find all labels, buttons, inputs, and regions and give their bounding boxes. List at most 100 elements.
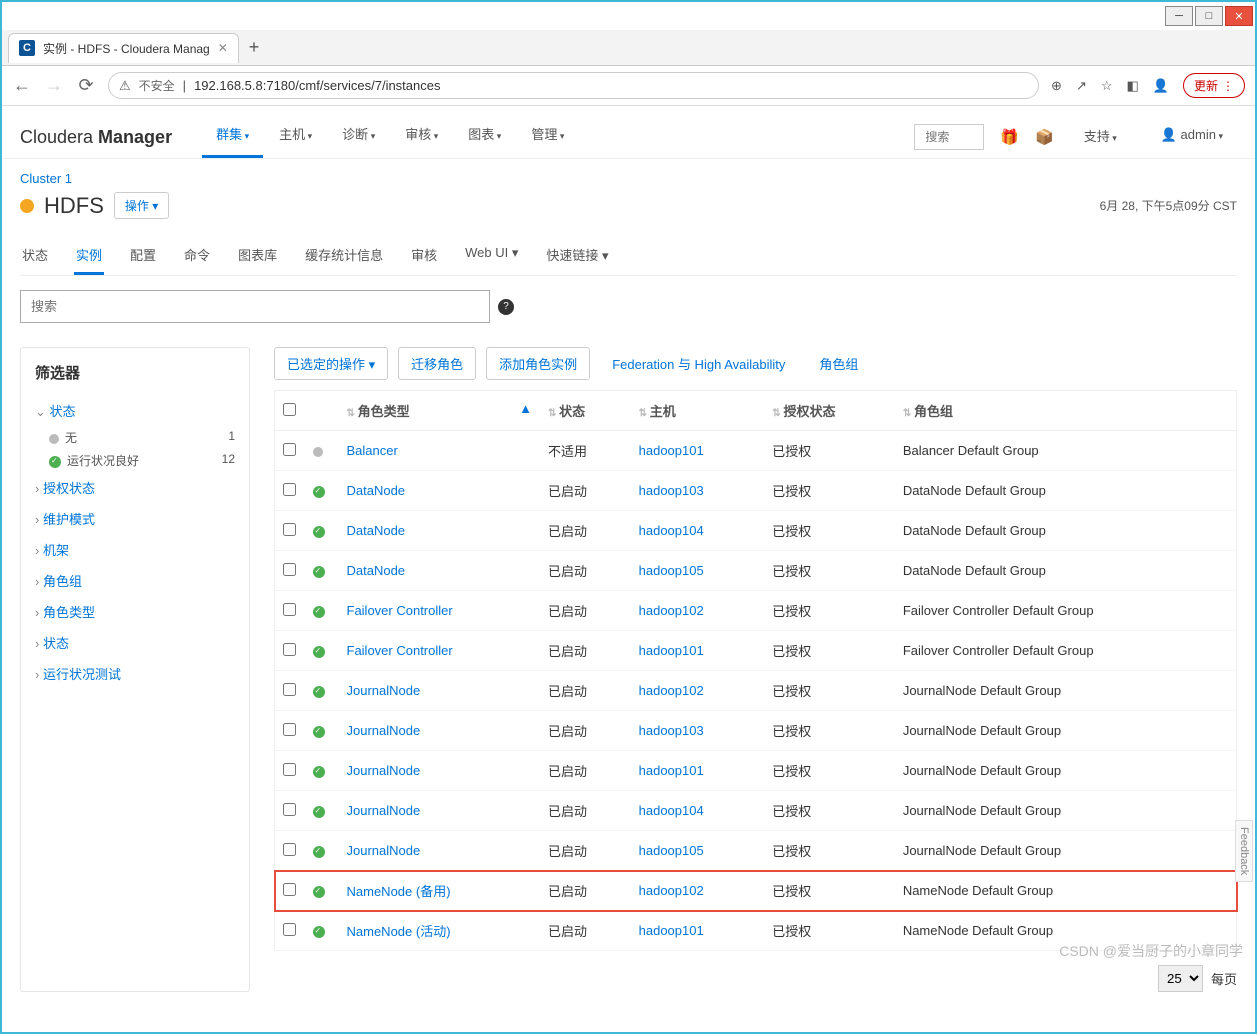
host-link[interactable]: hadoop101	[639, 643, 704, 658]
host-link[interactable]: hadoop104	[639, 523, 704, 538]
filter-item-none[interactable]: 无 1	[35, 426, 235, 449]
role-link[interactable]: DataNode	[347, 563, 406, 578]
host-link[interactable]: hadoop103	[639, 483, 704, 498]
parcel-icon[interactable]: 📦	[1035, 128, 1054, 146]
row-checkbox[interactable]	[283, 883, 296, 896]
filter-group[interactable]: 授权状态	[35, 472, 235, 503]
admin-menu[interactable]: 👤 admin	[1147, 119, 1237, 155]
row-checkbox[interactable]	[283, 523, 296, 536]
cm-nav-item[interactable]: 管理	[517, 116, 578, 158]
role-link[interactable]: Balancer	[347, 443, 398, 458]
host-link[interactable]: hadoop101	[639, 443, 704, 458]
filter-group[interactable]: 维护模式	[35, 503, 235, 534]
row-checkbox[interactable]	[283, 723, 296, 736]
row-checkbox[interactable]	[283, 803, 296, 816]
host-link[interactable]: hadoop104	[639, 803, 704, 818]
bookmark-icon[interactable]: ☆	[1101, 78, 1113, 94]
row-checkbox[interactable]	[283, 843, 296, 856]
address-bar[interactable]: ⚠ 不安全 | 192.168.5.8:7180/cmf/services/7/…	[108, 72, 1039, 99]
col-roletype[interactable]: 角色类型	[358, 404, 410, 419]
gift-icon[interactable]: 🎁	[1000, 128, 1019, 146]
role-link[interactable]: NameNode (备用)	[347, 884, 451, 899]
host-link[interactable]: hadoop102	[639, 603, 704, 618]
role-link[interactable]: JournalNode	[347, 763, 421, 778]
cm-nav-item[interactable]: 诊断	[328, 116, 389, 158]
filter-group[interactable]: 角色组	[35, 565, 235, 596]
cm-nav-item[interactable]: 审核	[391, 116, 452, 158]
row-checkbox[interactable]	[283, 923, 296, 936]
instance-search-input[interactable]	[20, 290, 490, 323]
host-link[interactable]: hadoop103	[639, 723, 704, 738]
feedback-tab[interactable]: Feedback	[1235, 820, 1253, 882]
update-button[interactable]: 更新 ⋮	[1183, 73, 1245, 98]
service-ops-button[interactable]: 操作 ▾	[114, 192, 169, 219]
extensions-icon[interactable]: ◧	[1127, 78, 1139, 94]
role-link[interactable]: Failover Controller	[347, 643, 453, 658]
cm-logo[interactable]: Cloudera Manager	[20, 127, 172, 148]
selected-actions-button[interactable]: 已选定的操作 ▾	[274, 347, 388, 380]
cm-nav-item[interactable]: 群集	[202, 116, 263, 158]
cluster-link[interactable]: Cluster 1	[20, 171, 72, 186]
header-search-input[interactable]	[914, 124, 984, 150]
rolegroup-link[interactable]: 角色组	[807, 348, 870, 379]
role-link[interactable]: NameNode (活动)	[347, 924, 451, 939]
row-checkbox[interactable]	[283, 483, 296, 496]
host-link[interactable]: hadoop105	[639, 843, 704, 858]
col-auth[interactable]: 授权状态	[783, 404, 835, 419]
host-link[interactable]: hadoop101	[639, 763, 704, 778]
share-icon[interactable]: ↗	[1076, 78, 1087, 94]
reload-button[interactable]: ⟳	[76, 75, 96, 96]
forward-button[interactable]: →	[44, 75, 64, 96]
service-tab[interactable]: Web UI ▾	[463, 237, 520, 275]
cm-nav-item[interactable]: 图表	[454, 116, 515, 158]
filter-group[interactable]: 机架	[35, 534, 235, 565]
role-link[interactable]: JournalNode	[347, 803, 421, 818]
add-role-button[interactable]: 添加角色实例	[486, 347, 590, 380]
zoom-icon[interactable]: ⊕	[1051, 78, 1062, 94]
host-link[interactable]: hadoop102	[639, 883, 704, 898]
service-tab[interactable]: 状态	[20, 237, 50, 275]
role-link[interactable]: JournalNode	[347, 683, 421, 698]
row-checkbox[interactable]	[283, 563, 296, 576]
col-rolegroup[interactable]: 角色组	[914, 404, 953, 419]
role-link[interactable]: DataNode	[347, 483, 406, 498]
role-link[interactable]: JournalNode	[347, 723, 421, 738]
service-tab[interactable]: 图表库	[236, 237, 279, 275]
row-checkbox[interactable]	[283, 443, 296, 456]
filter-item-good[interactable]: 运行状况良好 12	[35, 449, 235, 472]
filter-group[interactable]: 运行状况测试	[35, 658, 235, 689]
support-menu[interactable]: 支持	[1070, 118, 1131, 157]
federation-link[interactable]: Federation 与 High Availability	[600, 348, 797, 379]
browser-tab[interactable]: C 实例 - HDFS - Cloudera Manag ✕	[8, 33, 239, 63]
service-tab[interactable]: 审核	[409, 237, 439, 275]
row-checkbox[interactable]	[283, 643, 296, 656]
host-link[interactable]: hadoop105	[639, 563, 704, 578]
filter-group[interactable]: 角色类型	[35, 596, 235, 627]
host-link[interactable]: hadoop102	[639, 683, 704, 698]
cm-nav-item[interactable]: 主机	[265, 116, 326, 158]
filter-group-status[interactable]: 状态	[35, 395, 235, 426]
host-link[interactable]: hadoop101	[639, 923, 704, 938]
service-tab[interactable]: 快速链接 ▾	[544, 237, 610, 275]
service-tab[interactable]: 命令	[182, 237, 212, 275]
tab-close-icon[interactable]: ✕	[218, 41, 228, 55]
filter-group[interactable]: 状态	[35, 627, 235, 658]
col-status[interactable]: 状态	[559, 404, 585, 419]
new-tab-button[interactable]: +	[239, 33, 270, 62]
help-icon[interactable]: ?	[498, 299, 514, 315]
service-tab[interactable]: 缓存统计信息	[303, 237, 385, 275]
service-tab[interactable]: 配置	[128, 237, 158, 275]
window-minimize-button[interactable]: ─	[1165, 6, 1193, 26]
row-checkbox[interactable]	[283, 603, 296, 616]
page-size-select[interactable]: 25	[1158, 965, 1203, 992]
row-checkbox[interactable]	[283, 763, 296, 776]
select-all-checkbox[interactable]	[283, 403, 296, 416]
service-tab[interactable]: 实例	[74, 237, 104, 275]
role-link[interactable]: JournalNode	[347, 843, 421, 858]
role-link[interactable]: Failover Controller	[347, 603, 453, 618]
window-maximize-button[interactable]: □	[1195, 6, 1223, 26]
window-close-button[interactable]: ✕	[1225, 6, 1253, 26]
row-checkbox[interactable]	[283, 683, 296, 696]
profile-icon[interactable]: 👤	[1153, 78, 1169, 94]
back-button[interactable]: ←	[12, 75, 32, 96]
